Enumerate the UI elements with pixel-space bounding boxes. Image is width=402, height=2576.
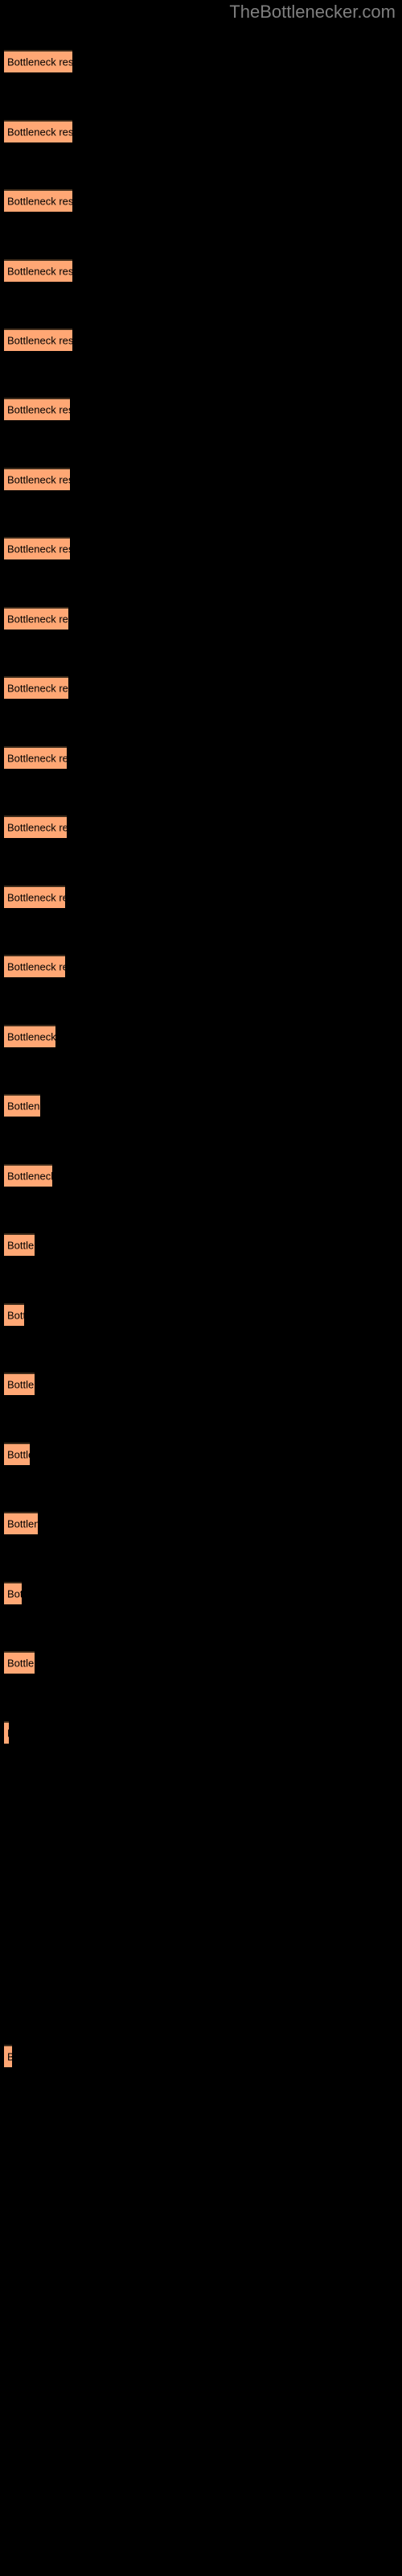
bottleneck-result-bar[interactable]: Bottleneck result xyxy=(4,398,70,420)
bar-label: Bottleneck result xyxy=(7,682,68,695)
bar-label: Bottleneck result xyxy=(7,334,72,347)
bottleneck-result-bar[interactable]: Bottleneck result xyxy=(4,189,72,212)
bar-label: Bottleneck result xyxy=(7,473,70,486)
bar-label: Bottleneck result xyxy=(7,752,67,765)
bottleneck-result-bar[interactable]: Bottleneck result xyxy=(4,120,72,142)
bottleneck-result-bar[interactable]: Bottleneck result xyxy=(4,1373,35,1395)
bar-label: Bottleneck result xyxy=(7,1239,35,1252)
bar-label: Bottleneck result xyxy=(7,613,68,625)
bottleneck-result-bar[interactable]: Bottleneck result xyxy=(4,2045,12,2067)
bottleneck-result-bar[interactable]: Bottleneck result xyxy=(4,50,72,72)
bottleneck-result-bar[interactable]: Bottleneck result xyxy=(4,259,72,282)
bottleneck-result-bar[interactable]: Bottleneck result xyxy=(4,468,70,490)
bottleneck-result-bar[interactable]: Bottleneck result xyxy=(4,1721,9,1744)
bottleneck-result-bar[interactable]: Bottleneck result xyxy=(4,1651,35,1674)
bar-label: Bottleneck result xyxy=(7,543,70,555)
bottleneck-result-bar[interactable]: Bottleneck result xyxy=(4,746,67,769)
bottleneck-result-bar[interactable]: Bottleneck result xyxy=(4,607,68,630)
bar-label: Bottleneck result xyxy=(7,126,72,138)
chart-canvas: TheBottlenecker.com Bottleneck result Bot… xyxy=(0,0,402,2576)
bar-label: Bottleneck result xyxy=(7,1170,52,1183)
bar-label: Bottleneck result xyxy=(7,891,65,904)
bar-label: Bottleneck result xyxy=(7,1587,22,1600)
bar-label: Bottleneck result xyxy=(7,1309,24,1322)
bottleneck-result-bar[interactable]: Bottleneck result xyxy=(4,815,67,838)
bottleneck-result-bar[interactable]: Bottleneck result xyxy=(4,537,70,559)
bottleneck-result-bar[interactable]: Bottleneck result xyxy=(4,886,65,908)
bar-label: Bottleneck result xyxy=(7,403,70,416)
bar-label: Bottleneck result xyxy=(7,265,72,278)
site-title: TheBottlenecker.com xyxy=(229,2,396,22)
bar-label: Bottleneck result xyxy=(7,1728,9,1740)
bar-label: Bottleneck result xyxy=(7,56,72,68)
bottleneck-result-bar[interactable]: Bottleneck result xyxy=(4,676,68,699)
bar-label: Bottleneck result xyxy=(7,960,65,973)
bottleneck-result-bar[interactable]: Bottleneck result xyxy=(4,1443,30,1465)
bar-label: Bottleneck result xyxy=(7,1100,40,1113)
bottleneck-result-bar[interactable]: Bottleneck result xyxy=(4,1582,22,1604)
bar-label: Bottleneck result xyxy=(7,1030,55,1043)
bar-label: Bottleneck result xyxy=(7,1448,30,1461)
bottleneck-result-bar[interactable]: Bottleneck result xyxy=(4,955,65,977)
bottleneck-result-bar[interactable]: Bottleneck result xyxy=(4,328,72,351)
bar-label: Bottleneck result xyxy=(7,1378,35,1391)
bar-label: Bottleneck result xyxy=(7,2051,12,2063)
bottleneck-result-bar[interactable]: Bottleneck result xyxy=(4,1233,35,1256)
bottleneck-result-bar[interactable]: Bottleneck result xyxy=(4,1025,55,1047)
bottleneck-result-bar[interactable]: Bottleneck result xyxy=(4,1512,38,1534)
bottleneck-result-bar[interactable]: Bottleneck result xyxy=(4,1164,52,1187)
bottleneck-result-bar[interactable]: Bottleneck result xyxy=(4,1094,40,1117)
bar-label: Bottleneck result xyxy=(7,195,72,208)
bar-label: Bottleneck result xyxy=(7,821,67,834)
bottleneck-result-bar[interactable]: Bottleneck result xyxy=(4,1303,24,1326)
bar-label: Bottleneck result xyxy=(7,1657,35,1670)
bar-label: Bottleneck result xyxy=(7,1517,38,1530)
